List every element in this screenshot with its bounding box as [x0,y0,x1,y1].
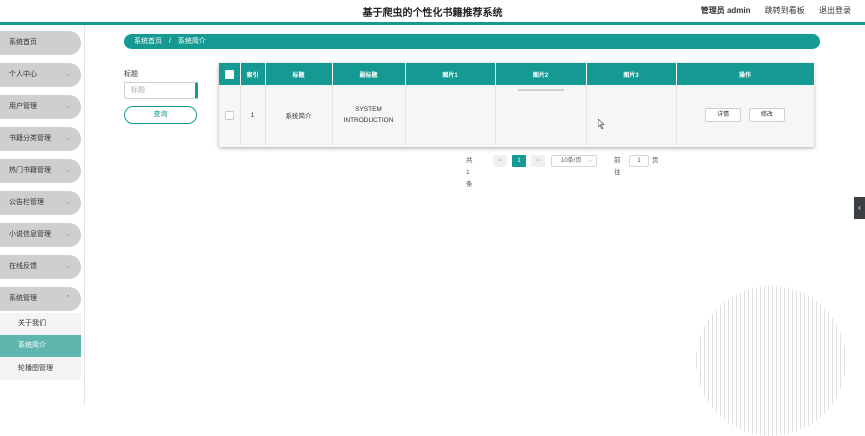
sidebar-item-feedback[interactable]: 在线反馈 ⌵ [0,255,81,279]
cell-image2 [495,85,587,145]
cell-index: 1 [240,85,266,145]
breadcrumb-separator: / [168,38,171,45]
sidebar-item-label: 系统首页 [9,39,37,46]
sidebar-subitem-label: 轮播图管理 [18,365,53,372]
decorative-striped-circle [696,286,846,436]
admin-label: 管理员 admin [700,6,751,15]
chevron-down-icon: ⌵ [587,158,592,164]
cell-actions: 详情 修改 [676,85,815,145]
header-title: 标题 [265,63,333,85]
cell-image1 [405,85,496,145]
prev-page-button[interactable]: < [493,155,507,167]
sidebar-subitem-about[interactable]: 关于我们 [0,313,81,335]
sidebar-item-label: 公告栏管理 [9,199,44,206]
header-subtitle: 副标题 [332,63,406,85]
sidebar-item-label: 用户管理 [9,103,37,110]
sidebar: 系统首页 个人中心 ⌵ 用户管理 ⌵ 书籍分类管理 ⌵ 热门书籍管理 ⌵ 公告栏… [0,25,85,406]
title-search-input[interactable] [124,82,198,99]
sidebar-subitem-label: 关于我们 [18,320,46,327]
sidebar-item-book-categories[interactable]: 书籍分类管理 ⌵ [0,127,81,151]
sidebar-item-label: 系统管理 [9,295,37,302]
table-row: 1 系统简介 SYSTEM INTRODUCTION 详情 修改 [219,85,815,145]
sidebar-item-users[interactable]: 用户管理 ⌵ [0,95,81,119]
header-image3: 图片3 [586,63,677,85]
query-button[interactable]: 查询 [124,106,197,124]
pagination-total: 共 1 条 [466,157,473,188]
page-size-value: 10条/页 [561,158,582,164]
row-checkbox[interactable] [224,110,234,120]
header-image2: 图片2 [495,63,587,85]
header-actions: 操作 [676,63,815,85]
sidebar-item-label: 书籍分类管理 [9,135,51,142]
header-image1: 图片1 [405,63,496,85]
chevron-down-icon: ⌵ [65,199,71,206]
sidebar-item-system[interactable]: 系统管理 ⌃ [0,287,81,311]
logout-link[interactable]: 退出登录 [819,6,851,15]
sidebar-subitem-carousel[interactable]: 轮播图管理 [0,358,81,380]
chevron-down-icon: ⌵ [65,71,71,78]
select-all-checkbox[interactable] [224,69,234,79]
sidebar-subitem-label: 系统简介 [18,342,46,349]
table-header-row: 索引 标题 副标题 图片1 图片2 图片3 操作 [219,63,815,85]
next-page-button[interactable]: > [531,155,545,167]
row-select-cell [219,85,241,145]
sidebar-item-home[interactable]: 系统首页 [0,31,81,55]
breadcrumb: 系统首页 / 系统简介 [124,34,820,49]
select-all-cell [219,63,241,85]
edit-button[interactable]: 修改 [748,108,785,122]
detail-button[interactable]: 详情 [705,108,742,122]
goto-label: 前往 [614,157,621,176]
mouse-cursor-icon [598,119,605,129]
page-number-button[interactable]: 1 [512,155,526,167]
sidebar-item-label: 热门书籍管理 [9,167,51,174]
sidebar-subitem-intro[interactable]: 系统简介 [0,335,81,357]
cell-title: 系统简介 [265,85,333,145]
chevron-down-icon: ⌵ [65,263,71,270]
breadcrumb-home[interactable]: 系统首页 [134,38,162,45]
cell-subtitle: SYSTEM INTRODUCTION [332,85,406,145]
sidebar-item-novels[interactable]: 小说信息管理 ⌵ [0,223,81,247]
sidebar-item-popular-books[interactable]: 热门书籍管理 ⌵ [0,159,81,183]
goto-page-input[interactable]: 1 [629,155,649,167]
dashboard-link[interactable]: 跳转到看板 [765,6,805,15]
breadcrumb-current: 系统简介 [177,38,206,45]
search-label: 标题 [124,71,138,78]
chevron-left-icon[interactable]: ‹ [854,197,865,219]
chevron-down-icon: ⌵ [65,103,71,110]
data-table: 索引 标题 副标题 图片1 图片2 图片3 操作 1 系统简介 SYSTEM I… [219,63,815,147]
sidebar-item-label: 在线反馈 [9,263,37,270]
chevron-down-icon: ⌵ [65,231,71,238]
header-actions: 管理员 admin 跳转到看板 退出登录 [689,5,851,16]
header-index: 索引 [240,63,266,85]
chevron-down-icon: ⌵ [65,167,71,174]
sidebar-item-notices[interactable]: 公告栏管理 ⌵ [0,191,81,215]
sidebar-item-label: 小说信息管理 [9,231,51,238]
chevron-down-icon: ⌵ [65,135,71,142]
page-unit: 页 [652,157,659,164]
top-header: 基于爬虫的个性化书籍推荐系统 管理员 admin 跳转到看板 退出登录 [0,0,865,25]
sidebar-item-profile[interactable]: 个人中心 ⌵ [0,63,81,87]
cell-image3 [586,85,677,145]
page-size-select[interactable]: 10条/页 ⌵ [551,155,597,167]
sidebar-item-label: 个人中心 [9,71,37,78]
chevron-up-icon: ⌃ [65,295,71,302]
image-thumbnail [517,89,564,91]
